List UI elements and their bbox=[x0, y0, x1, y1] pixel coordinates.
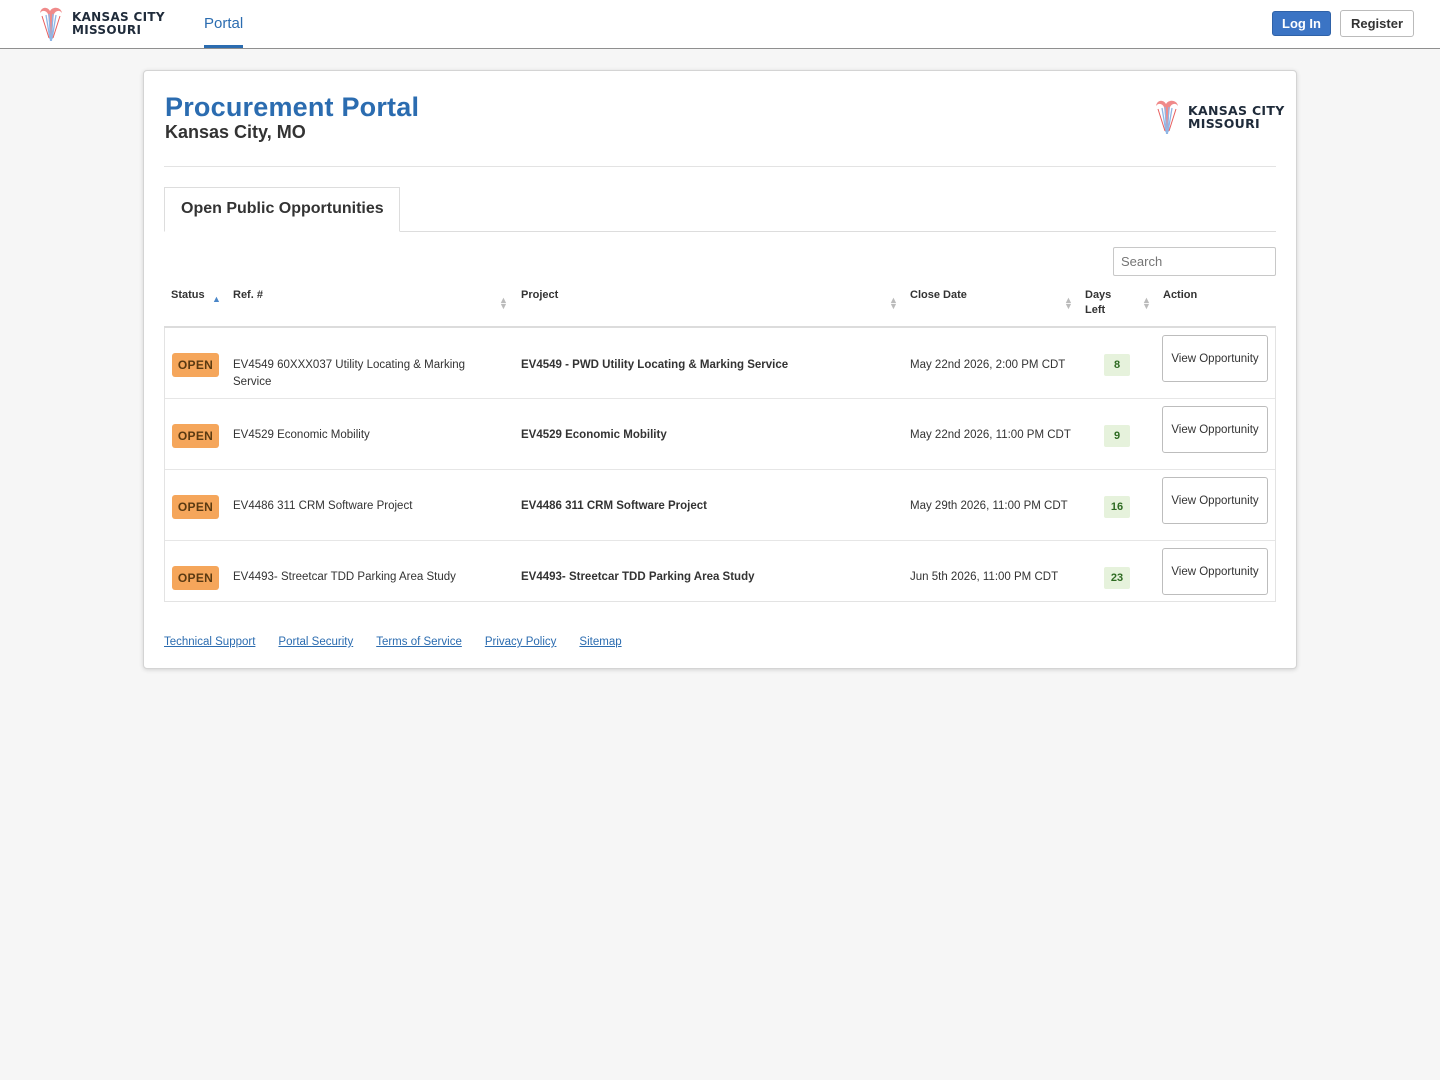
portal-card: Procurement Portal Kansas City, MO KANSA… bbox=[143, 70, 1297, 669]
opportunities-table: OPEN EV4549 60XXX037 Utility Locating & … bbox=[164, 328, 1276, 602]
footer-link-technical-support[interactable]: Technical Support bbox=[164, 636, 255, 648]
status-badge: OPEN bbox=[172, 566, 219, 590]
brand-line2: MISSOURI bbox=[72, 23, 142, 37]
close-date-cell: May 22nd 2026, 11:00 PM CDT bbox=[910, 429, 1071, 441]
column-header-days-left[interactable]: Days Left bbox=[1085, 288, 1121, 318]
ref-cell: EV4486 311 CRM Software Project bbox=[233, 500, 413, 512]
ref-cell: EV4549 60XXX037 Utility Locating & Marki… bbox=[233, 359, 466, 388]
register-button[interactable]: Register bbox=[1340, 10, 1414, 37]
project-cell: EV4486 311 CRM Software Project bbox=[521, 500, 707, 512]
brand-logo[interactable]: KANSAS CITY MISSOURI bbox=[36, 5, 165, 43]
view-opportunity-button[interactable]: View Opportunity bbox=[1162, 335, 1268, 382]
ref-cell: EV4529 Economic Mobility bbox=[233, 429, 370, 441]
brand-line2: MISSOURI bbox=[1188, 116, 1260, 131]
table-row: OPEN EV4493- Streetcar TDD Parking Area … bbox=[165, 541, 1275, 601]
close-date-cell: May 29th 2026, 11:00 PM CDT bbox=[910, 500, 1068, 512]
project-cell: EV4549 - PWD Utility Locating & Marking … bbox=[521, 359, 789, 371]
footer-link-terms-of-service[interactable]: Terms of Service bbox=[376, 636, 462, 648]
page-title: Procurement Portal bbox=[165, 92, 420, 122]
footer-links: Technical Support Portal Security Terms … bbox=[164, 636, 622, 648]
sort-asc-icon[interactable]: ▲ bbox=[212, 295, 221, 304]
close-date-cell: Jun 5th 2026, 11:00 PM CDT bbox=[910, 571, 1059, 583]
nav-portal-tab[interactable]: Portal bbox=[204, 0, 244, 48]
table-header: Status ▲ Ref. # ▲ ▼ Project ▲ ▼ Close Date… bbox=[164, 276, 1276, 328]
page-subtitle: Kansas City, MO bbox=[165, 122, 306, 142]
top-navbar: KANSAS CITY MISSOURI Portal Log In Regis… bbox=[0, 0, 1440, 49]
close-date-cell: May 22nd 2026, 2:00 PM CDT bbox=[910, 359, 1066, 371]
table-row: OPEN EV4549 60XXX037 Utility Locating & … bbox=[165, 328, 1275, 399]
fountain-logo-icon bbox=[36, 5, 66, 43]
table-row: OPEN EV4529 Economic Mobility EV4529 Eco… bbox=[165, 399, 1275, 470]
card-brand-logo: KANSAS CITY MISSOURI bbox=[1152, 98, 1285, 136]
days-left-badge: 16 bbox=[1104, 496, 1130, 518]
project-cell: EV4493- Streetcar TDD Parking Area Study bbox=[521, 571, 755, 583]
tab-open-public-opportunities[interactable]: Open Public Opportunities bbox=[164, 187, 400, 232]
footer-link-portal-security[interactable]: Portal Security bbox=[278, 636, 353, 648]
sort-arrows-icon[interactable]: ▲ ▼ bbox=[1064, 296, 1073, 311]
days-left-badge: 9 bbox=[1104, 425, 1130, 447]
brand-line1: KANSAS CITY bbox=[72, 10, 165, 24]
fountain-logo-icon bbox=[1152, 98, 1182, 136]
footer-link-privacy-policy[interactable]: Privacy Policy bbox=[485, 636, 557, 648]
column-header-action: Action bbox=[1163, 289, 1198, 301]
project-cell: EV4529 Economic Mobility bbox=[521, 429, 667, 441]
sort-arrows-icon[interactable]: ▲ ▼ bbox=[1142, 296, 1151, 311]
sort-arrows-icon[interactable]: ▲ ▼ bbox=[889, 296, 898, 311]
status-badge: OPEN bbox=[172, 353, 219, 377]
table-row: OPEN EV4486 311 CRM Software Project EV4… bbox=[165, 470, 1275, 541]
days-left-badge: 8 bbox=[1104, 354, 1130, 376]
sort-arrows-icon[interactable]: ▲ ▼ bbox=[499, 296, 508, 311]
search-input[interactable] bbox=[1113, 247, 1276, 276]
column-header-project[interactable]: Project bbox=[521, 288, 558, 303]
column-header-close-date[interactable]: Close Date bbox=[910, 288, 967, 303]
status-badge: OPEN bbox=[172, 424, 219, 448]
footer-link-sitemap[interactable]: Sitemap bbox=[579, 636, 621, 648]
view-opportunity-button[interactable]: View Opportunity bbox=[1162, 477, 1268, 524]
ref-cell: EV4493- Streetcar TDD Parking Area Study bbox=[233, 571, 456, 583]
status-badge: OPEN bbox=[172, 495, 219, 519]
column-header-status[interactable]: Status bbox=[171, 288, 205, 303]
view-opportunity-button[interactable]: View Opportunity bbox=[1162, 548, 1268, 595]
header-divider bbox=[164, 166, 1276, 167]
days-left-badge: 23 bbox=[1104, 567, 1130, 589]
login-button[interactable]: Log In bbox=[1272, 11, 1331, 36]
view-opportunity-button[interactable]: View Opportunity bbox=[1162, 406, 1268, 453]
column-header-ref[interactable]: Ref. # bbox=[233, 288, 263, 303]
